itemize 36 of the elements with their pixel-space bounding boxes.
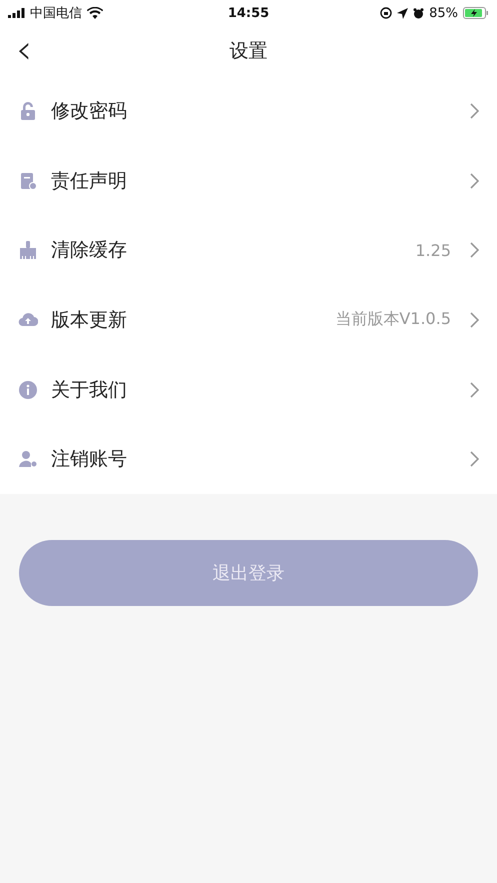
row-label: 清除缓存 [51, 238, 128, 264]
settings-row[interactable]: 责任声明 [0, 146, 497, 216]
brush-icon [18, 240, 38, 260]
chevron-right-icon [469, 102, 479, 119]
row-value: 1.25 [415, 240, 451, 260]
wifi-icon [87, 7, 103, 19]
settings-row[interactable]: 关于我们 [0, 354, 497, 424]
settings-row[interactable]: 清除缓存 1.25 [0, 215, 497, 286]
settings-row[interactable]: 注销账号 [0, 424, 497, 494]
rotation-lock-icon [380, 7, 392, 19]
settings-row[interactable]: 修改密码 [0, 76, 497, 146]
row-label: 版本更新 [51, 308, 128, 333]
row-value: 当前版本V1.0.5 [335, 309, 451, 330]
settings-row[interactable]: 版本更新 当前版本V1.0.5 [0, 285, 497, 355]
chevron-right-icon [469, 451, 479, 468]
chevron-right-icon [469, 242, 479, 258]
signal-icon [8, 8, 25, 18]
location-arrow-icon [397, 8, 408, 18]
lock-icon [18, 100, 38, 121]
user-icon [18, 449, 38, 470]
chevron-right-icon [469, 172, 479, 189]
charging-battery-icon [463, 7, 490, 19]
clock-time: 14:55 [228, 6, 270, 20]
battery-percent: 85% [429, 6, 458, 20]
chevron-right-icon [469, 312, 479, 328]
document-icon [18, 170, 38, 191]
info-icon [18, 380, 38, 400]
row-label: 责任声明 [51, 168, 128, 194]
page-title: 设置 [230, 39, 268, 64]
row-label: 注销账号 [51, 447, 128, 472]
chevron-right-icon [469, 382, 479, 398]
alarm-icon [413, 8, 424, 18]
row-label: 修改密码 [51, 98, 128, 124]
carrier-name: 中国电信 [30, 5, 82, 22]
row-label: 关于我们 [51, 378, 128, 403]
back-button[interactable]: ‹ [12, 32, 36, 68]
